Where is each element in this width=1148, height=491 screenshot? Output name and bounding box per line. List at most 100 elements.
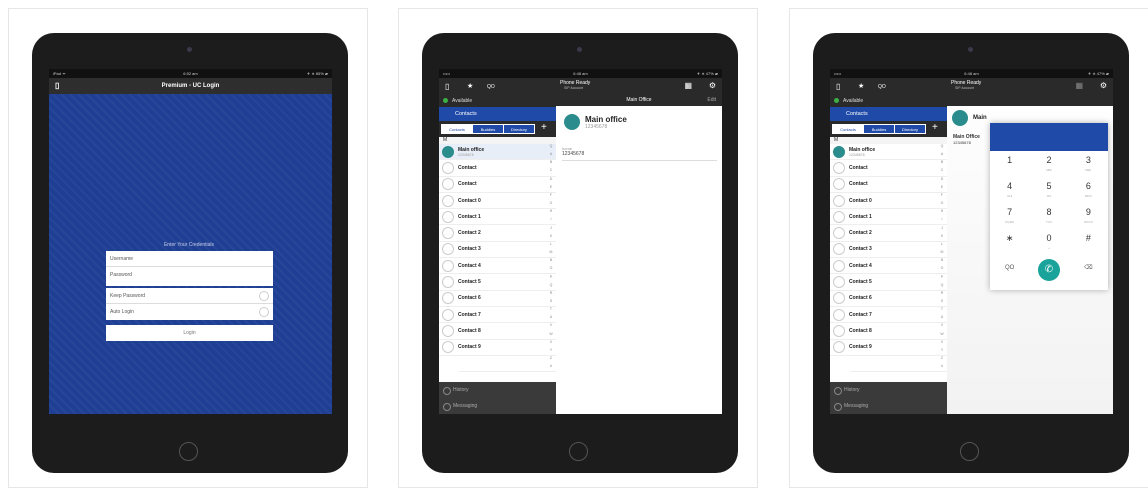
alphabet-index[interactable]: Q A B C D E F G H I J K L M N O P Q R S T U V W X Y Z # (939, 142, 945, 370)
list-item[interactable]: Contact 4 (830, 258, 947, 275)
star-icon[interactable]: ★ (858, 82, 864, 90)
list-item[interactable]: Contact 5 (830, 274, 947, 291)
index-letter[interactable]: Q (939, 142, 945, 150)
index-letter[interactable]: M (548, 248, 554, 256)
list-item[interactable]: Contact 6 (439, 291, 556, 307)
presence-row[interactable]: Available (439, 95, 556, 106)
index-letter[interactable]: E (939, 183, 945, 191)
index-letter[interactable]: G (548, 199, 554, 207)
list-item[interactable]: Contact 8 (830, 323, 947, 340)
home-button[interactable] (569, 442, 588, 461)
index-letter[interactable]: O (548, 264, 554, 272)
index-letter[interactable]: S (548, 297, 554, 305)
dial-key-hash[interactable]: # (1069, 233, 1108, 259)
home-button[interactable] (960, 442, 979, 461)
backspace-icon[interactable]: ⌫ (1069, 259, 1108, 285)
index-letter[interactable]: X (939, 338, 945, 346)
index-letter[interactable]: K (548, 232, 554, 240)
phone-icon[interactable]: ▯ (445, 82, 449, 91)
tab-contacts[interactable]: Contacts (833, 125, 864, 133)
index-letter[interactable]: V (939, 321, 945, 329)
index-letter[interactable]: P (939, 273, 945, 281)
login-button[interactable]: Login (106, 325, 273, 341)
index-letter[interactable]: L (548, 240, 554, 248)
index-letter[interactable]: D (939, 175, 945, 183)
voicemail-icon[interactable]: QO (990, 259, 1029, 285)
index-letter[interactable]: J (548, 224, 554, 232)
list-item[interactable]: Contact 1 (830, 209, 947, 226)
index-letter[interactable]: C (548, 166, 554, 174)
index-letter[interactable]: # (548, 362, 554, 370)
history-button[interactable]: History (439, 382, 556, 398)
messaging-button[interactable]: Messaging (830, 398, 947, 414)
list-item[interactable]: Main office 12345678 (439, 144, 556, 161)
star-icon[interactable]: ★ (467, 82, 473, 90)
dial-key-2[interactable]: 2 ABC (1029, 155, 1068, 181)
index-letter[interactable]: F (548, 191, 554, 199)
index-letter[interactable]: X (548, 338, 554, 346)
add-contact-button[interactable]: + (932, 122, 938, 133)
index-letter[interactable]: W (939, 330, 945, 338)
dialpad-number-display[interactable] (990, 123, 1108, 151)
auto-login-toggle[interactable] (259, 307, 269, 317)
index-letter[interactable]: F (939, 191, 945, 199)
keypad-icon[interactable]: ▦ (1075, 81, 1083, 90)
index-letter[interactable]: A (939, 150, 945, 158)
index-letter[interactable]: # (939, 362, 945, 370)
index-letter[interactable]: K (939, 232, 945, 240)
settings-gear-icon[interactable]: ⚙ (709, 81, 716, 90)
index-letter[interactable]: V (548, 321, 554, 329)
dial-key-6[interactable]: 6 MNO (1069, 181, 1108, 207)
dial-key-9[interactable]: 9 WXYZ (1069, 207, 1108, 233)
index-letter[interactable]: O (939, 264, 945, 272)
list-item[interactable]: Contact 2 (439, 225, 556, 242)
index-letter[interactable]: L (939, 240, 945, 248)
dial-key-4[interactable]: 4 GHI (990, 181, 1029, 207)
dial-key-1[interactable]: 1 (990, 155, 1029, 181)
alphabet-index[interactable]: Q A B C D E F G H I J K L M N O P Q R S T U V W X Y Z # (548, 142, 554, 370)
index-letter[interactable]: Q (548, 142, 554, 150)
index-letter[interactable]: I (939, 215, 945, 223)
tab-contacts[interactable]: Contacts (442, 125, 473, 133)
edit-button[interactable]: Edit (707, 97, 716, 103)
list-item[interactable]: Contact 3 (439, 242, 556, 259)
list-item[interactable]: Contact 1 (439, 209, 556, 226)
index-letter[interactable]: A (548, 150, 554, 158)
index-letter[interactable]: S (939, 297, 945, 305)
list-item[interactable]: Contact 4 (439, 258, 556, 275)
presence-row[interactable]: Available (830, 95, 947, 106)
home-button[interactable] (179, 442, 198, 461)
list-item[interactable]: Contact 2 (830, 225, 947, 242)
index-letter[interactable]: Z (548, 354, 554, 362)
index-letter[interactable]: D (548, 175, 554, 183)
list-item[interactable]: Contact 9 (439, 340, 556, 356)
index-letter[interactable]: H (939, 207, 945, 215)
index-letter[interactable]: M (939, 248, 945, 256)
index-letter[interactable]: T (548, 305, 554, 313)
index-letter[interactable]: U (939, 313, 945, 321)
dial-key-7[interactable]: 7 PQRS (990, 207, 1029, 233)
index-letter[interactable]: Y (548, 346, 554, 354)
list-item[interactable]: Contact (830, 177, 947, 193)
dial-key-0[interactable]: 0 + (1029, 233, 1068, 259)
add-contact-button[interactable]: + (541, 122, 547, 133)
index-letter[interactable]: P (548, 273, 554, 281)
dial-key-star[interactable]: ∗ (990, 233, 1029, 259)
list-item[interactable]: Contact 6 (830, 291, 947, 307)
index-letter[interactable]: Z (939, 354, 945, 362)
list-item[interactable]: Contact 0 (439, 193, 556, 210)
voicemail-icon[interactable]: QO (878, 84, 886, 90)
messaging-button[interactable]: Messaging (439, 398, 556, 414)
username-field[interactable]: Username (106, 251, 273, 267)
tab-buddies[interactable]: Buddies (473, 125, 504, 133)
list-item[interactable]: Contact 9 (830, 340, 947, 356)
phone-number-row[interactable]: home 12345678 (562, 146, 717, 161)
index-letter[interactable]: R (939, 289, 945, 297)
index-letter[interactable]: B (548, 158, 554, 166)
history-button[interactable]: History (830, 382, 947, 398)
list-item[interactable]: Contact 7 (439, 307, 556, 324)
index-letter[interactable]: C (939, 166, 945, 174)
tab-buddies[interactable]: Buddies (864, 125, 895, 133)
list-item[interactable]: Contact (439, 177, 556, 193)
index-letter[interactable]: N (939, 256, 945, 264)
